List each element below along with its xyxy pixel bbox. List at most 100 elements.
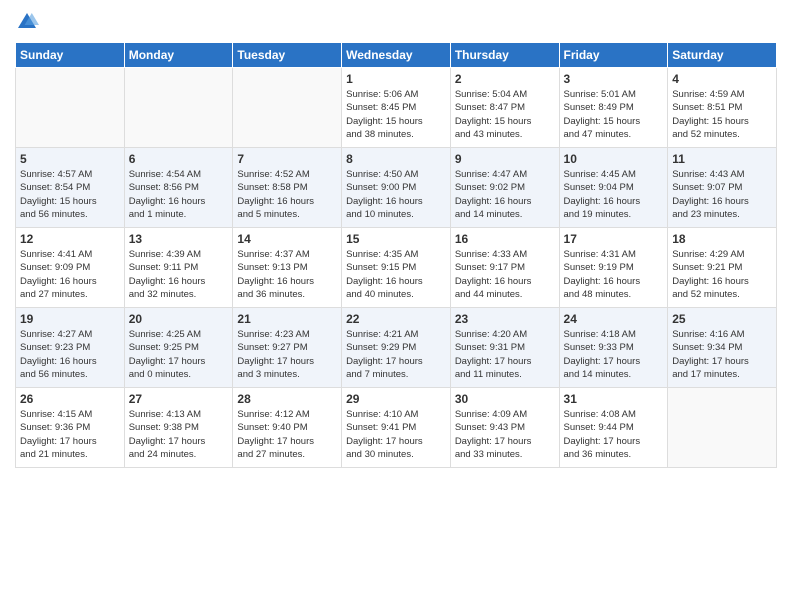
day-info: Sunrise: 4:23 AM Sunset: 9:27 PM Dayligh…: [237, 328, 337, 381]
day-cell: 10 Sunrise: 4:45 AM Sunset: 9:04 PM Dayli…: [559, 148, 668, 228]
day-info: Sunrise: 4:29 AM Sunset: 9:21 PM Dayligh…: [672, 248, 772, 301]
day-cell: 15 Sunrise: 4:35 AM Sunset: 9:15 PM Dayli…: [342, 228, 451, 308]
day-info: Sunrise: 4:12 AM Sunset: 9:40 PM Dayligh…: [237, 408, 337, 461]
logo-icon: [15, 10, 39, 34]
day-info: Sunrise: 5:04 AM Sunset: 8:47 PM Dayligh…: [455, 88, 555, 141]
header-row: SundayMondayTuesdayWednesdayThursdayFrid…: [16, 43, 777, 68]
day-number: 26: [20, 392, 120, 406]
day-info: Sunrise: 4:41 AM Sunset: 9:09 PM Dayligh…: [20, 248, 120, 301]
header-day-tuesday: Tuesday: [233, 43, 342, 68]
day-cell: [233, 68, 342, 148]
day-info: Sunrise: 4:16 AM Sunset: 9:34 PM Dayligh…: [672, 328, 772, 381]
day-number: 27: [129, 392, 229, 406]
day-info: Sunrise: 4:13 AM Sunset: 9:38 PM Dayligh…: [129, 408, 229, 461]
day-cell: 23 Sunrise: 4:20 AM Sunset: 9:31 PM Dayli…: [450, 308, 559, 388]
day-info: Sunrise: 4:27 AM Sunset: 9:23 PM Dayligh…: [20, 328, 120, 381]
day-info: Sunrise: 4:25 AM Sunset: 9:25 PM Dayligh…: [129, 328, 229, 381]
day-info: Sunrise: 4:52 AM Sunset: 8:58 PM Dayligh…: [237, 168, 337, 221]
day-cell: 26Sunrise: 4:15 AM Sunset: 9:36 PM Dayli…: [16, 388, 125, 468]
day-number: 8: [346, 152, 446, 166]
day-cell: 9 Sunrise: 4:47 AM Sunset: 9:02 PM Daylig…: [450, 148, 559, 228]
week-row-3: 12 Sunrise: 4:41 AM Sunset: 9:09 PM Dayli…: [16, 228, 777, 308]
day-cell: 19 Sunrise: 4:27 AM Sunset: 9:23 PM Dayli…: [16, 308, 125, 388]
day-info: Sunrise: 4:37 AM Sunset: 9:13 PM Dayligh…: [237, 248, 337, 301]
day-info: Sunrise: 4:54 AM Sunset: 8:56 PM Dayligh…: [129, 168, 229, 221]
header-day-wednesday: Wednesday: [342, 43, 451, 68]
day-info: Sunrise: 4:43 AM Sunset: 9:07 PM Dayligh…: [672, 168, 772, 221]
day-number: 30: [455, 392, 555, 406]
day-number: 17: [564, 232, 664, 246]
day-number: 7: [237, 152, 337, 166]
day-number: 20: [129, 312, 229, 326]
week-row-4: 19 Sunrise: 4:27 AM Sunset: 9:23 PM Dayli…: [16, 308, 777, 388]
day-number: 23: [455, 312, 555, 326]
week-row-1: 1 Sunrise: 5:06 AM Sunset: 8:45 PM Daylig…: [16, 68, 777, 148]
day-info: Sunrise: 5:01 AM Sunset: 8:49 PM Dayligh…: [564, 88, 664, 141]
day-number: 12: [20, 232, 120, 246]
day-cell: 18 Sunrise: 4:29 AM Sunset: 9:21 PM Dayli…: [668, 228, 777, 308]
day-number: 24: [564, 312, 664, 326]
day-cell: 5 Sunrise: 4:57 AM Sunset: 8:54 PM Daylig…: [16, 148, 125, 228]
day-info: Sunrise: 4:09 AM Sunset: 9:43 PM Dayligh…: [455, 408, 555, 461]
day-number: 2: [455, 72, 555, 86]
day-cell: 21 Sunrise: 4:23 AM Sunset: 9:27 PM Dayli…: [233, 308, 342, 388]
day-info: Sunrise: 4:31 AM Sunset: 9:19 PM Dayligh…: [564, 248, 664, 301]
day-number: 18: [672, 232, 772, 246]
day-info: Sunrise: 4:45 AM Sunset: 9:04 PM Dayligh…: [564, 168, 664, 221]
header-day-thursday: Thursday: [450, 43, 559, 68]
day-cell: 30 Sunrise: 4:09 AM Sunset: 9:43 PM Dayli…: [450, 388, 559, 468]
day-number: 13: [129, 232, 229, 246]
header-day-saturday: Saturday: [668, 43, 777, 68]
day-info: Sunrise: 4:35 AM Sunset: 9:15 PM Dayligh…: [346, 248, 446, 301]
day-number: 16: [455, 232, 555, 246]
day-number: 9: [455, 152, 555, 166]
day-cell: 13 Sunrise: 4:39 AM Sunset: 9:11 PM Dayli…: [124, 228, 233, 308]
day-info: Sunrise: 4:20 AM Sunset: 9:31 PM Dayligh…: [455, 328, 555, 381]
day-cell: [668, 388, 777, 468]
day-cell: 4 Sunrise: 4:59 AM Sunset: 8:51 PM Daylig…: [668, 68, 777, 148]
day-number: 5: [20, 152, 120, 166]
day-cell: 17 Sunrise: 4:31 AM Sunset: 9:19 PM Dayli…: [559, 228, 668, 308]
day-cell: 16Sunrise: 4:33 AM Sunset: 9:17 PM Dayli…: [450, 228, 559, 308]
day-number: 11: [672, 152, 772, 166]
day-info: Sunrise: 4:59 AM Sunset: 8:51 PM Dayligh…: [672, 88, 772, 141]
calendar-header: SundayMondayTuesdayWednesdayThursdayFrid…: [16, 43, 777, 68]
day-cell: 8 Sunrise: 4:50 AM Sunset: 9:00 PM Daylig…: [342, 148, 451, 228]
day-cell: 25 Sunrise: 4:16 AM Sunset: 9:34 PM Dayli…: [668, 308, 777, 388]
header-day-monday: Monday: [124, 43, 233, 68]
day-number: 15: [346, 232, 446, 246]
day-cell: [16, 68, 125, 148]
day-info: Sunrise: 4:08 AM Sunset: 9:44 PM Dayligh…: [564, 408, 664, 461]
day-cell: 12 Sunrise: 4:41 AM Sunset: 9:09 PM Dayli…: [16, 228, 125, 308]
page: SundayMondayTuesdayWednesdayThursdayFrid…: [0, 0, 792, 478]
header-day-sunday: Sunday: [16, 43, 125, 68]
day-cell: 6Sunrise: 4:54 AM Sunset: 8:56 PM Daylig…: [124, 148, 233, 228]
day-info: Sunrise: 4:57 AM Sunset: 8:54 PM Dayligh…: [20, 168, 120, 221]
day-number: 29: [346, 392, 446, 406]
day-number: 31: [564, 392, 664, 406]
day-number: 21: [237, 312, 337, 326]
day-number: 3: [564, 72, 664, 86]
day-cell: 31 Sunrise: 4:08 AM Sunset: 9:44 PM Dayli…: [559, 388, 668, 468]
day-number: 28: [237, 392, 337, 406]
day-number: 10: [564, 152, 664, 166]
week-row-2: 5 Sunrise: 4:57 AM Sunset: 8:54 PM Daylig…: [16, 148, 777, 228]
day-cell: 11 Sunrise: 4:43 AM Sunset: 9:07 PM Dayli…: [668, 148, 777, 228]
day-cell: 20 Sunrise: 4:25 AM Sunset: 9:25 PM Dayli…: [124, 308, 233, 388]
day-info: Sunrise: 4:21 AM Sunset: 9:29 PM Dayligh…: [346, 328, 446, 381]
day-number: 25: [672, 312, 772, 326]
day-info: Sunrise: 4:50 AM Sunset: 9:00 PM Dayligh…: [346, 168, 446, 221]
day-number: 4: [672, 72, 772, 86]
day-cell: 24 Sunrise: 4:18 AM Sunset: 9:33 PM Dayli…: [559, 308, 668, 388]
day-info: Sunrise: 4:18 AM Sunset: 9:33 PM Dayligh…: [564, 328, 664, 381]
day-number: 19: [20, 312, 120, 326]
week-row-5: 26Sunrise: 4:15 AM Sunset: 9:36 PM Dayli…: [16, 388, 777, 468]
logo: [15, 10, 41, 34]
day-cell: 7 Sunrise: 4:52 AM Sunset: 8:58 PM Daylig…: [233, 148, 342, 228]
day-info: Sunrise: 4:47 AM Sunset: 9:02 PM Dayligh…: [455, 168, 555, 221]
day-cell: 3 Sunrise: 5:01 AM Sunset: 8:49 PM Daylig…: [559, 68, 668, 148]
day-info: Sunrise: 5:06 AM Sunset: 8:45 PM Dayligh…: [346, 88, 446, 141]
day-number: 1: [346, 72, 446, 86]
day-info: Sunrise: 4:39 AM Sunset: 9:11 PM Dayligh…: [129, 248, 229, 301]
day-cell: 28 Sunrise: 4:12 AM Sunset: 9:40 PM Dayli…: [233, 388, 342, 468]
